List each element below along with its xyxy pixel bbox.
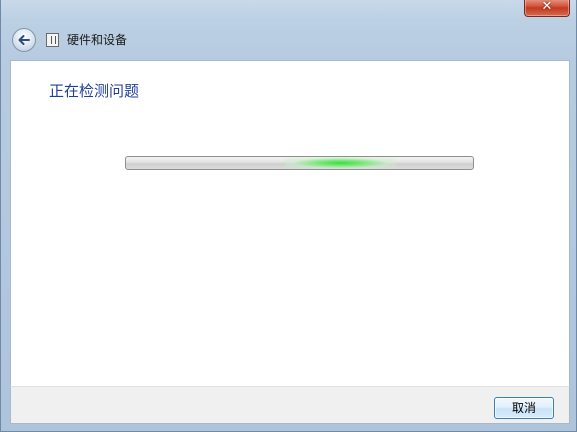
troubleshooter-window: ✕ 硬件和设备 正在检测问题 取消: [0, 0, 577, 432]
progress-indicator-glow: [285, 157, 396, 169]
nav-title: 硬件和设备: [67, 33, 128, 47]
status-heading: 正在检测问题: [49, 82, 140, 100]
progress-bar: [125, 156, 474, 170]
back-button[interactable]: [12, 28, 36, 52]
title-bar: ✕: [1, 0, 576, 22]
close-icon: ✕: [541, 0, 553, 14]
footer-bar: 取消: [10, 386, 570, 424]
back-arrow-icon: [18, 35, 30, 45]
content-panel: 正在检测问题: [10, 60, 570, 386]
close-button[interactable]: ✕: [524, 0, 570, 17]
navigation-bar: 硬件和设备: [1, 24, 576, 58]
cancel-button[interactable]: 取消: [494, 397, 554, 419]
troubleshooter-page-icon: [46, 33, 59, 47]
